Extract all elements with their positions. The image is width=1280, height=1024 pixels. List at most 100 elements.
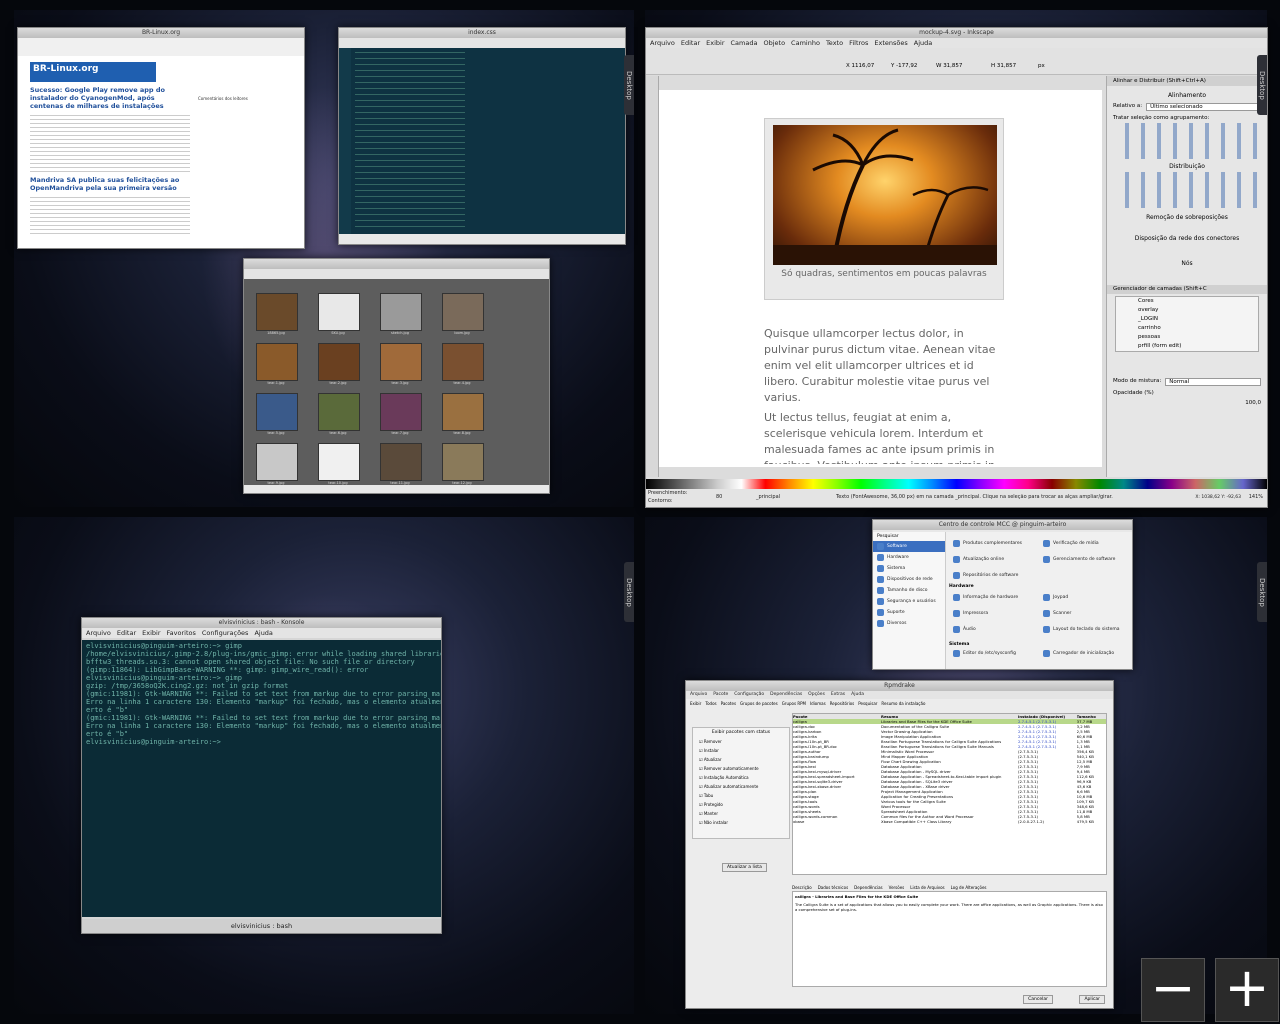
menu-item[interactable]: Arquivo <box>690 691 707 699</box>
filter-checkbox[interactable]: ☑ Protegido <box>693 800 789 809</box>
menu-item[interactable]: Exibir <box>706 38 724 48</box>
thumbnail[interactable] <box>256 393 298 431</box>
package-row[interactable]: xbase Xbase Compatible C++ Class Library (… <box>793 819 1106 824</box>
filter-checkbox[interactable]: ☑ Remover automaticamente <box>693 764 789 773</box>
y-field[interactable]: Y -177,92 <box>891 63 917 69</box>
align-buttons[interactable] <box>1117 123 1257 159</box>
control-center-window[interactable]: Centro de controle MCC @ pinguim-arteiro… <box>872 519 1133 670</box>
cancel-button[interactable]: Cancelar <box>1023 995 1053 1004</box>
menu-item[interactable]: Pacote <box>713 691 728 699</box>
category-item[interactable]: Hardware <box>873 552 945 563</box>
opacity-status[interactable]: 80 <box>716 493 722 502</box>
control-center-item[interactable]: Informação de hardware <box>949 592 1051 603</box>
thumbnail[interactable] <box>380 443 422 481</box>
menu-item[interactable]: Ajuda <box>914 38 932 48</box>
terminal-tab[interactable]: elvisvinicius : bash <box>82 919 441 933</box>
w-field[interactable]: W 31,857 <box>936 63 962 69</box>
browser-window[interactable]: BR-Linux.org BR-Linux.org Sucesso: Googl… <box>17 27 305 249</box>
menu-item[interactable]: Favoritos <box>167 628 196 638</box>
terminal-window[interactable]: elvisvinicius : bash - Konsole Arquivo Ed… <box>81 617 442 934</box>
layer-row[interactable]: prfill (form edit) <box>1116 342 1258 351</box>
menu-item[interactable]: Arquivo <box>86 628 111 638</box>
menu-item[interactable]: Objeto <box>763 38 785 48</box>
control-center-item[interactable]: Verificação de mídia <box>1039 538 1132 549</box>
menu-item[interactable]: Ajuda <box>254 628 272 638</box>
layer-row[interactable]: carrinho <box>1116 324 1258 333</box>
layer-row[interactable]: overlay <box>1116 306 1258 315</box>
view-tab[interactable]: Grupos de pacotes <box>740 701 778 709</box>
view-tab[interactable]: Repositórios <box>830 701 855 709</box>
view-tab[interactable]: Exibir <box>690 701 701 709</box>
menu-item[interactable]: Camada <box>731 38 758 48</box>
relative-select[interactable]: Último selecionado <box>1146 103 1261 111</box>
thumbnail[interactable] <box>380 393 422 431</box>
menu-item[interactable]: Extras <box>831 691 845 699</box>
menu-item[interactable]: Extensões <box>874 38 907 48</box>
thumbnail[interactable] <box>318 443 360 481</box>
menu-item[interactable]: Editar <box>681 38 700 48</box>
layer-row[interactable]: _LOGIN <box>1116 315 1258 324</box>
category-item[interactable]: Sistema <box>873 563 945 574</box>
filter-checkbox[interactable]: ☑ Remover <box>693 737 789 746</box>
description-tab[interactable]: Log de Alterações <box>951 885 987 890</box>
menu-item[interactable]: Dependências <box>770 691 802 699</box>
image-frame[interactable]: Só quadras, sentimentos em poucas palavr… <box>764 118 1004 300</box>
article-title[interactable]: Mandriva SA publica suas felicitações ao… <box>30 176 190 192</box>
thumbnail[interactable] <box>318 343 360 381</box>
view-tab[interactable]: Pesquisar <box>858 701 877 709</box>
rpmdrake-window[interactable]: Rpmdrake Arquivo Pacote Configuração Depend… <box>685 680 1114 1009</box>
control-center-item[interactable]: Layout do teclado do sistema <box>1039 624 1132 635</box>
control-center-item[interactable]: Produtos complementares <box>949 538 1051 549</box>
category-item[interactable]: Suporte <box>873 607 945 618</box>
search-label[interactable]: Pesquisar <box>873 532 945 541</box>
image-viewer-window[interactable]: 18865.jpg SKU.jpg sketch.jpg loom.jpg tear-1… <box>243 258 550 494</box>
view-tab[interactable]: Resumo da instalação <box>881 701 925 709</box>
filter-checkbox[interactable]: ☑ Instalar <box>693 746 789 755</box>
layer-row[interactable]: pessoas <box>1116 333 1258 342</box>
control-center-item[interactable]: Carregador de inicialização <box>1039 648 1132 659</box>
control-center-item[interactable]: Atualização online <box>949 554 1051 565</box>
description-tab[interactable]: Lista de Arquivos <box>910 885 944 890</box>
category-item[interactable]: Diversos <box>873 618 945 629</box>
thumbnail[interactable] <box>442 393 484 431</box>
terminal-output[interactable]: elvisvinicius@pinguim-arteiro:~> gimp/ho… <box>82 640 441 917</box>
description-tab[interactable]: Dados técnicos <box>818 885 848 890</box>
control-center-item[interactable]: Editor do /etc/sysconfig <box>949 648 1051 659</box>
desktop-label[interactable]: Desktop <box>624 55 634 115</box>
apply-button[interactable]: Aplicar <box>1079 995 1105 1004</box>
site-logo[interactable]: BR-Linux.org <box>30 62 156 82</box>
filter-checkbox[interactable]: ☑ Manter <box>693 809 789 818</box>
menu-item[interactable]: Filtros <box>849 38 868 48</box>
zoom-out-button[interactable]: − <box>1141 958 1205 1022</box>
menu-item[interactable]: Texto <box>826 38 843 48</box>
filter-checkbox[interactable]: ☑ Atualizar <box>693 755 789 764</box>
description-tab[interactable]: Versões <box>889 885 905 890</box>
menu-item[interactable]: Editar <box>117 628 136 638</box>
category-item[interactable]: Tamanho de disco <box>873 585 945 596</box>
menu-item[interactable]: Arquivo <box>650 38 675 48</box>
thumbnail[interactable] <box>256 293 298 331</box>
layer-row[interactable]: Cores <box>1116 297 1258 306</box>
menu-item[interactable]: Exibir <box>142 628 160 638</box>
editor-window[interactable]: index.css <box>338 27 626 245</box>
code-editor[interactable] <box>339 48 625 234</box>
thumbnail[interactable] <box>442 443 484 481</box>
thumbnail[interactable] <box>318 393 360 431</box>
control-center-item[interactable]: Scanner <box>1039 608 1132 619</box>
menu-item[interactable]: Ajuda <box>851 691 864 699</box>
desktop-label[interactable]: Desktop <box>1257 562 1267 622</box>
zoom-in-button[interactable]: + <box>1215 958 1279 1022</box>
h-field[interactable]: H 31,857 <box>991 63 1016 69</box>
unit-select[interactable]: px <box>1038 63 1045 69</box>
control-center-item[interactable]: Impressora <box>949 608 1051 619</box>
zoom-field[interactable]: 141% <box>1249 493 1263 502</box>
update-list-button[interactable]: Atualizar a lista <box>722 863 767 872</box>
thumbnail[interactable] <box>256 443 298 481</box>
menu-item[interactable]: Caminho <box>791 38 820 48</box>
toolbox[interactable] <box>646 76 659 477</box>
blend-select[interactable]: Normal <box>1165 378 1261 386</box>
category-item[interactable]: Software <box>873 541 945 552</box>
filter-checkbox[interactable]: ☑ Não instalar <box>693 818 789 827</box>
menu-item[interactable]: Opções <box>808 691 825 699</box>
color-palette[interactable] <box>646 479 1267 489</box>
